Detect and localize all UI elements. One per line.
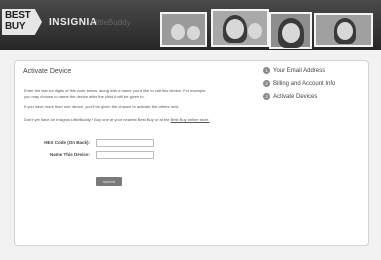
header-photo-1 [160,12,207,47]
submit-button[interactable]: submit [96,177,122,186]
hex-code-label: HEX Code (On Back): [44,140,90,145]
logo-line-2: BUY [5,21,26,32]
buy-device-prefix: Don't yet have an Insignia LittleBuddy? … [24,117,170,122]
site-header: BEST BUY INSIGNIA LittleBuddy [0,0,381,50]
header-photo-3 [269,12,312,49]
step-1-label: Your Email Address [273,68,326,74]
step-billing[interactable]: 2 Billing and Account Info [263,80,335,88]
device-name-input[interactable] [96,151,154,159]
multiple-devices-text: If you have more than one device, you'll… [24,104,180,109]
best-buy-logo[interactable]: BEST BUY [2,9,42,35]
product-name: LittleBuddy [91,18,131,27]
logo-line-1: BEST [5,10,31,21]
step-3-badge: 3 [263,93,270,100]
step-2-badge: 2 [263,80,270,87]
page-title: Activate Device [23,68,72,75]
instructions-line-2: you may choose to name the device after … [24,93,145,99]
header-photo-2 [211,9,269,47]
hex-code-input[interactable] [96,139,154,147]
step-3-label: Activate Devices [273,94,318,100]
instructions-text: Enter the last six digits of this code b… [24,88,259,99]
step-email[interactable]: 1 Your Email Address [263,67,325,75]
best-buy-store-link[interactable]: Best Buy online store. [171,117,210,122]
buy-device-text: Don't yet have an Insignia LittleBuddy? … [24,117,259,123]
device-name-label: Name This Device: [49,152,90,157]
step-1-badge: 1 [263,67,270,74]
step-activate[interactable]: 3 Activate Devices [263,93,317,101]
header-photo-4 [314,13,373,47]
step-2-label: Billing and Account Info [273,81,336,87]
